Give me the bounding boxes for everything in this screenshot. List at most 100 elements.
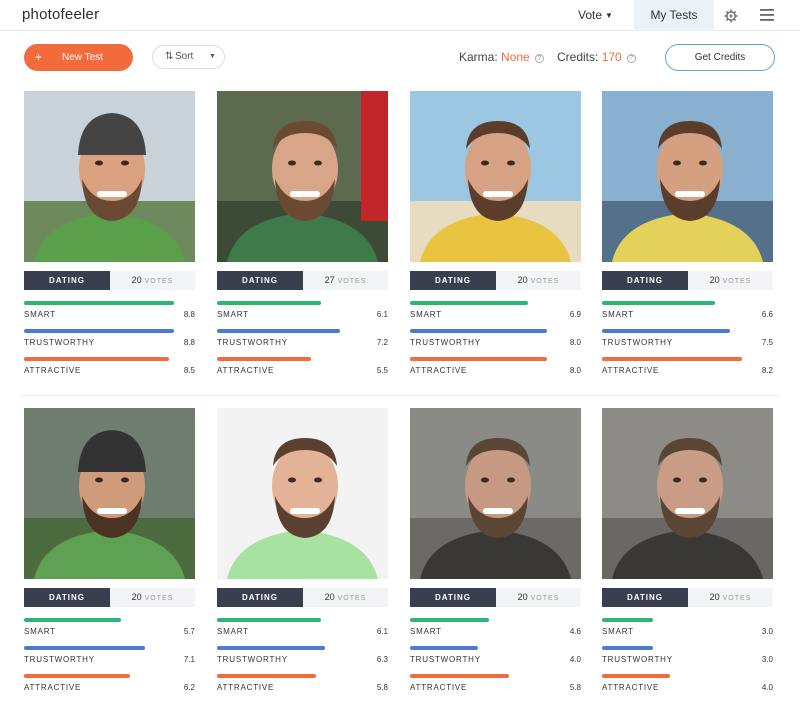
attractive-score: 4.0 <box>761 683 773 692</box>
votes-label: VOTES <box>337 595 367 602</box>
logo[interactable]: photofeeler <box>22 6 99 23</box>
attractive-label: ATTRACTIVE <box>602 683 660 692</box>
attractive-score: 8.5 <box>183 366 195 375</box>
hamburger-menu-icon[interactable] <box>760 9 774 21</box>
attractive-label: ATTRACTIVE <box>410 366 468 375</box>
smart-metric: SMART 6.1 <box>217 301 388 321</box>
votes-number: 20 <box>709 275 720 285</box>
smart-bar <box>24 618 121 622</box>
test-card[interactable]: DATING 20 VOTES SMART 6.9 TRUSTWORTHY 8.0 ATTRA… <box>410 91 581 396</box>
dating-tab[interactable]: DATING <box>410 588 496 607</box>
smart-score: 6.1 <box>376 627 388 636</box>
votes-label: VOTES <box>722 595 752 602</box>
votes-label: VOTES <box>530 595 560 602</box>
my-tests-tab[interactable]: My Tests <box>634 0 714 31</box>
votes-count: 20 VOTES <box>303 588 388 607</box>
smart-metric: SMART 6.1 <box>217 618 388 638</box>
trustworthy-label: TRUSTWORTHY <box>217 655 288 664</box>
smart-score: 6.9 <box>569 310 581 319</box>
smart-bar <box>602 301 715 305</box>
smart-bar <box>24 301 174 305</box>
attractive-bar <box>602 357 742 361</box>
dating-tab[interactable]: DATING <box>410 271 496 290</box>
smart-bar <box>410 301 528 305</box>
attractive-metric: ATTRACTIVE 5.8 <box>217 674 388 694</box>
caret-down-icon: ▼ <box>605 11 613 20</box>
votes-label: VOTES <box>530 278 560 285</box>
attractive-metric: ATTRACTIVE 8.2 <box>602 357 773 377</box>
test-photo[interactable] <box>217 91 388 262</box>
dating-tab[interactable]: DATING <box>602 271 688 290</box>
votes-count: 20 VOTES <box>110 588 195 607</box>
dating-tab[interactable]: DATING <box>24 271 110 290</box>
sort-dropdown[interactable]: ⇅ Sort ▼ <box>152 45 225 69</box>
smart-score: 6.1 <box>376 310 388 319</box>
smart-label: SMART <box>24 310 56 319</box>
test-photo[interactable] <box>217 408 388 579</box>
votes-count: 27 VOTES <box>303 271 388 290</box>
test-photo[interactable] <box>24 408 195 579</box>
trustworthy-metric: TRUSTWORTHY 7.5 <box>602 329 773 349</box>
smart-bar <box>217 301 321 305</box>
votes-number: 20 <box>517 592 528 602</box>
attractive-bar <box>410 357 547 361</box>
test-card[interactable]: DATING 20 VOTES SMART 5.7 TRUSTWORTHY 7.1 ATTRA… <box>24 408 195 713</box>
test-card[interactable]: DATING 20 VOTES SMART 6.1 TRUSTWORTHY 6.3 ATTRA… <box>217 408 388 713</box>
attractive-bar <box>217 357 311 361</box>
votes-count: 20 VOTES <box>110 271 195 290</box>
test-card[interactable]: DATING 20 VOTES SMART 6.6 TRUSTWORTHY 7.5 ATTRA… <box>602 91 773 396</box>
attractive-bar <box>24 357 169 361</box>
category-tabs: DATING 20 VOTES <box>602 271 773 290</box>
test-card[interactable]: DATING 20 VOTES SMART 3.0 TRUSTWORTHY 3.0 ATTRA… <box>602 408 773 713</box>
attractive-score: 6.2 <box>183 683 195 692</box>
test-card[interactable]: DATING 20 VOTES SMART 8.8 TRUSTWORTHY 8.8 ATTRA… <box>24 91 195 396</box>
category-tabs: DATING 20 VOTES <box>410 271 581 290</box>
trustworthy-label: TRUSTWORTHY <box>410 655 481 664</box>
votes-count: 20 VOTES <box>496 588 581 607</box>
dating-tab[interactable]: DATING <box>602 588 688 607</box>
smart-score: 5.7 <box>183 627 195 636</box>
votes-count: 20 VOTES <box>688 271 773 290</box>
attractive-label: ATTRACTIVE <box>217 366 275 375</box>
smart-bar <box>217 618 321 622</box>
smart-label: SMART <box>217 627 249 636</box>
vote-label: Vote <box>578 8 603 22</box>
test-photo[interactable] <box>410 408 581 579</box>
votes-number: 20 <box>324 592 335 602</box>
attractive-metric: ATTRACTIVE 5.8 <box>410 674 581 694</box>
smart-label: SMART <box>602 310 634 319</box>
attractive-bar <box>410 674 509 678</box>
get-credits-button[interactable]: Get Credits <box>665 44 775 71</box>
credits-label: Credits: <box>557 50 599 64</box>
test-photo[interactable] <box>602 408 773 579</box>
votes-label: VOTES <box>337 278 367 285</box>
smart-score: 8.8 <box>183 310 195 319</box>
gear-icon[interactable] <box>724 9 738 23</box>
credits-value: 170 <box>601 50 622 64</box>
trustworthy-bar <box>410 329 547 333</box>
dating-tab[interactable]: DATING <box>24 588 110 607</box>
votes-count: 20 VOTES <box>688 588 773 607</box>
test-photo[interactable] <box>410 91 581 262</box>
votes-number: 20 <box>517 275 528 285</box>
votes-number: 20 <box>131 592 142 602</box>
trustworthy-bar <box>24 329 174 333</box>
dating-tab[interactable]: DATING <box>217 588 303 607</box>
trustworthy-metric: TRUSTWORTHY 4.0 <box>410 646 581 666</box>
trustworthy-label: TRUSTWORTHY <box>410 338 481 347</box>
help-icon[interactable]: ? <box>626 54 636 63</box>
new-test-button[interactable]: + New Test <box>24 44 133 71</box>
test-card[interactable]: DATING 27 VOTES SMART 6.1 TRUSTWORTHY 7.2 ATTRA… <box>217 91 388 396</box>
test-photo[interactable] <box>602 91 773 262</box>
votes-label: VOTES <box>722 278 752 285</box>
dating-tab[interactable]: DATING <box>217 271 303 290</box>
test-card[interactable]: DATING 20 VOTES SMART 4.6 TRUSTWORTHY 4.0 ATTRA… <box>410 408 581 713</box>
attractive-score: 5.5 <box>376 366 388 375</box>
help-icon[interactable]: ? <box>534 54 544 63</box>
vote-menu[interactable]: Vote ▼ <box>578 8 613 22</box>
test-photo[interactable] <box>24 91 195 262</box>
trustworthy-score: 3.0 <box>761 655 773 664</box>
attractive-label: ATTRACTIVE <box>410 683 468 692</box>
trustworthy-label: TRUSTWORTHY <box>602 655 673 664</box>
trustworthy-score: 4.0 <box>569 655 581 664</box>
